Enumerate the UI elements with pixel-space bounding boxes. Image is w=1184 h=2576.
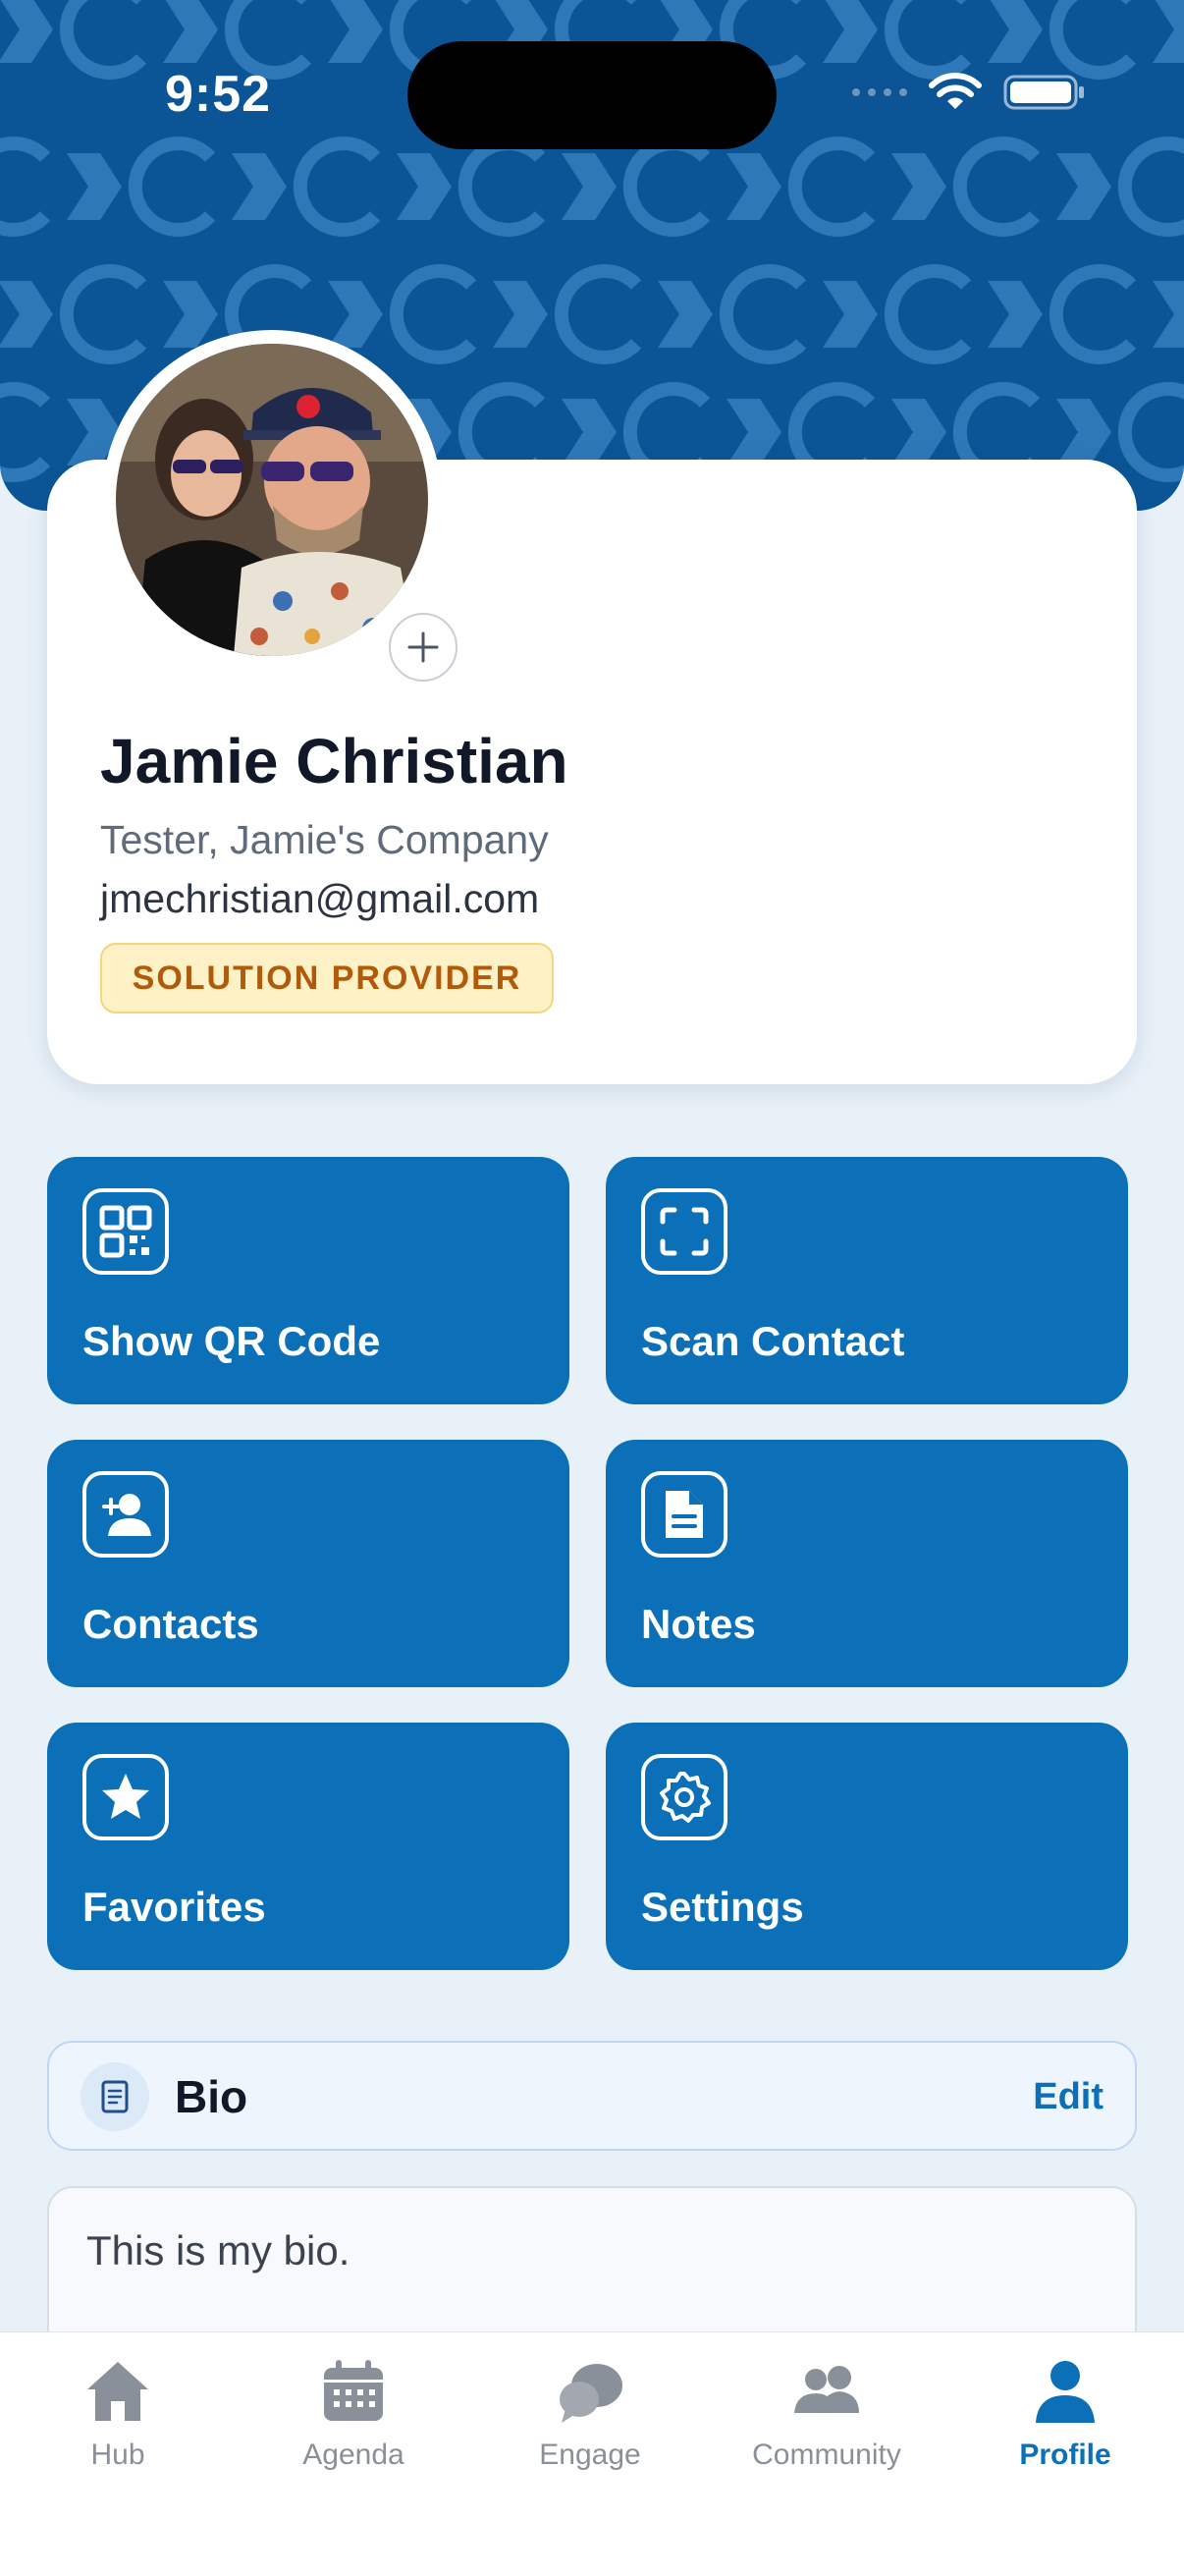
tab-label: Profile — [1019, 2439, 1111, 2471]
profile-email: jmechristian@gmail.com — [100, 876, 540, 921]
bio-document-icon — [81, 2062, 149, 2131]
tab-profile[interactable]: Profile — [947, 2332, 1183, 2490]
chat-icon — [560, 2364, 622, 2423]
settings-button[interactable]: Settings — [606, 1723, 1128, 1970]
star-icon — [82, 1754, 169, 1840]
status-time: 9:52 — [165, 66, 272, 123]
tab-engage[interactable]: Engage — [472, 2332, 708, 2490]
role-badge: SOLUTION PROVIDER — [100, 943, 554, 1014]
show-qr-code-button[interactable]: Show QR Code — [47, 1157, 569, 1404]
people-icon — [794, 2366, 859, 2413]
qr-code-icon — [82, 1188, 169, 1275]
tab-community[interactable]: Community — [709, 2332, 944, 2490]
avatar[interactable] — [116, 344, 428, 656]
document-icon — [641, 1471, 727, 1558]
tile-label: Notes — [641, 1601, 756, 1647]
tab-label: Hub — [90, 2439, 145, 2471]
tile-label: Show QR Code — [82, 1318, 381, 1364]
bio-text: This is my bio. — [86, 2227, 350, 2274]
calendar-icon — [324, 2360, 383, 2421]
tab-agenda[interactable]: Agenda — [236, 2332, 471, 2490]
gear-icon — [641, 1754, 727, 1840]
bio-edit-button[interactable]: Edit — [1033, 2076, 1103, 2118]
tile-label: Contacts — [82, 1601, 259, 1647]
add-contact-icon — [82, 1471, 169, 1558]
tab-bar: Hub Agenda Engage Community Profile — [0, 2331, 1184, 2576]
signal-icon — [852, 88, 907, 96]
dynamic-island — [407, 41, 777, 149]
plus-icon — [407, 631, 439, 663]
tile-label: Scan Contact — [641, 1318, 905, 1364]
home-icon — [87, 2362, 148, 2421]
tab-label: Community — [752, 2439, 901, 2471]
person-icon — [1036, 2361, 1095, 2423]
profile-role: Tester, Jamie's Company — [100, 817, 549, 862]
tab-hub[interactable]: Hub — [0, 2332, 236, 2490]
bio-header: Bio Edit — [47, 2041, 1137, 2151]
tile-label: Settings — [641, 1884, 804, 1930]
tab-label: Engage — [539, 2439, 641, 2471]
wifi-icon — [929, 73, 982, 109]
tab-label: Agenda — [302, 2439, 404, 2471]
profile-photo — [116, 344, 428, 656]
add-photo-button[interactable] — [389, 613, 457, 682]
scan-icon — [641, 1188, 727, 1275]
tile-label: Favorites — [82, 1884, 266, 1930]
favorites-button[interactable]: Favorites — [47, 1723, 569, 1970]
notes-button[interactable]: Notes — [606, 1440, 1128, 1687]
contacts-button[interactable]: Contacts — [47, 1440, 569, 1687]
bio-title: Bio — [175, 2071, 248, 2122]
scan-contact-button[interactable]: Scan Contact — [606, 1157, 1128, 1404]
status-icons — [852, 73, 1086, 112]
battery-icon — [1003, 75, 1084, 110]
profile-name: Jamie Christian — [100, 726, 568, 796]
